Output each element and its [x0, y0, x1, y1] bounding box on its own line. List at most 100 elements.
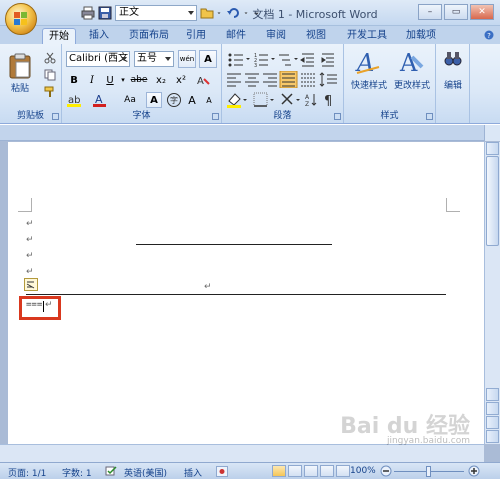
- quick-styles-label: 快速样式: [350, 81, 387, 91]
- underline-button[interactable]: U: [102, 72, 118, 88]
- font-size-combo[interactable]: 五号: [134, 51, 174, 67]
- tab-developer[interactable]: 开发工具: [342, 28, 392, 44]
- next-page-button[interactable]: [486, 430, 499, 443]
- subscript-button[interactable]: x₂: [152, 72, 170, 88]
- tab-review[interactable]: 审阅: [262, 28, 290, 44]
- tab-addins[interactable]: 加载项: [402, 28, 440, 44]
- tab-view[interactable]: 视图: [302, 28, 330, 44]
- paragraph-mark: ↵: [26, 219, 34, 229]
- align-left-icon: [227, 73, 241, 87]
- styles-launcher-icon[interactable]: [426, 113, 433, 120]
- change-case-button[interactable]: Aa: [118, 92, 142, 108]
- clipboard-launcher-icon[interactable]: [52, 113, 59, 120]
- zoom-slider-thumb[interactable]: [426, 466, 431, 477]
- autocorrect-options-icon[interactable]: [24, 278, 38, 291]
- paste-label: 粘贴: [10, 83, 29, 94]
- char-shading-button[interactable]: A: [146, 92, 162, 108]
- tab-mailings[interactable]: 邮件: [222, 28, 250, 44]
- italic-button[interactable]: I: [84, 72, 100, 88]
- superscript-button[interactable]: x²: [172, 72, 190, 88]
- zoom-level[interactable]: 100%: [350, 466, 376, 476]
- editing-label: 编辑: [443, 81, 462, 91]
- bold-button[interactable]: B: [66, 72, 82, 88]
- help-icon[interactable]: ?: [484, 30, 494, 40]
- full-screen-reading-button[interactable]: [288, 465, 302, 477]
- editing-button[interactable]: [439, 48, 467, 104]
- change-styles-button[interactable]: A: [392, 48, 432, 104]
- tab-page-layout[interactable]: 页面布局: [124, 28, 174, 44]
- shrink-font-button[interactable]: A: [201, 92, 217, 108]
- list-buttons-row: 123: [228, 53, 334, 68]
- bullets-icon: [228, 53, 243, 67]
- tab-insert[interactable]: 插入: [84, 28, 114, 44]
- underline-dropdown-icon[interactable]: ▾: [120, 72, 126, 88]
- copy-icon[interactable]: [44, 69, 56, 81]
- language-indicator[interactable]: 英语(美国): [124, 466, 167, 479]
- clear-formatting-icon[interactable]: A: [196, 74, 210, 87]
- scroll-up-button[interactable]: [486, 142, 499, 155]
- svg-text:A: A: [197, 76, 204, 87]
- multilevel-list-icon: [279, 54, 291, 66]
- char-border-button[interactable]: A: [199, 50, 217, 68]
- strikethrough-button[interactable]: abe: [128, 72, 150, 88]
- paragraph-mark: ↵: [26, 251, 34, 261]
- previous-page-button[interactable]: [486, 402, 499, 415]
- shading-buttons-row: AZ ¶: [227, 92, 332, 108]
- proofing-icon[interactable]: [104, 465, 118, 477]
- show-hide-marks-icon: ¶: [324, 94, 332, 108]
- font-launcher-icon[interactable]: [212, 113, 219, 120]
- document-page[interactable]: ↵ ↵ ↵ ↵ ↵ === ↵: [8, 142, 484, 444]
- line-spacing-icon: [319, 72, 337, 87]
- office-button[interactable]: [5, 3, 37, 35]
- font-color-icon[interactable]: A: [92, 92, 108, 108]
- phonetic-guide-button[interactable]: wén: [178, 50, 196, 68]
- numbering-icon: 123: [254, 53, 268, 68]
- enclose-char-icon[interactable]: 字: [166, 92, 182, 108]
- binoculars-icon: [444, 52, 462, 66]
- styles-group: A 快速样式 A 更改样式 样式: [344, 44, 436, 123]
- watermark-url: jingyan.baidu.com: [386, 436, 470, 446]
- scroll-thumb[interactable]: [486, 156, 499, 246]
- page-count[interactable]: 页面: 1/1: [8, 466, 46, 479]
- editing-group: 编辑: [436, 44, 470, 123]
- page-corner-mark: [18, 198, 32, 212]
- quick-styles-button[interactable]: A: [348, 48, 388, 104]
- tab-home[interactable]: 开始: [42, 28, 76, 44]
- web-layout-button[interactable]: [304, 465, 318, 477]
- format-painter-icon[interactable]: [44, 86, 56, 98]
- macro-record-icon[interactable]: [216, 466, 228, 477]
- title-bar: 正文 文档 1 - Microsoft Word – ▭ ✕: [0, 0, 500, 26]
- highlight-color-icon[interactable]: ab: [66, 92, 84, 108]
- asian-layout-icon: [281, 93, 293, 105]
- grow-font-button[interactable]: A: [184, 92, 200, 108]
- scroll-down-button[interactable]: [486, 388, 499, 401]
- equals-signs-text: ===: [26, 300, 43, 310]
- status-bar: 页面: 1/1 字数: 1 英语(美国) 插入 100%: [0, 462, 500, 479]
- vertical-scrollbar[interactable]: [484, 142, 500, 444]
- minimize-button[interactable]: –: [418, 4, 442, 20]
- auto-border-line: [26, 294, 446, 295]
- svg-text:Z: Z: [305, 101, 309, 108]
- insert-mode[interactable]: 插入: [184, 466, 202, 479]
- zoom-in-icon[interactable]: [468, 465, 480, 477]
- font-name-combo[interactable]: Calibri (西文): [66, 51, 130, 67]
- zoom-out-icon[interactable]: [380, 465, 392, 477]
- borders-icon: [253, 92, 268, 107]
- paragraph-launcher-icon[interactable]: [334, 113, 341, 120]
- view-ruler-button[interactable]: [484, 125, 500, 141]
- draft-view-button[interactable]: [336, 465, 350, 477]
- distributed-icon: [301, 73, 315, 87]
- close-button[interactable]: ✕: [470, 4, 494, 20]
- horizontal-scrollbar[interactable]: [0, 444, 484, 462]
- paragraph-mark: ↵: [26, 235, 34, 245]
- paste-button[interactable]: 粘贴: [4, 48, 36, 98]
- print-layout-view-button[interactable]: [272, 465, 286, 477]
- restore-button[interactable]: ▭: [444, 4, 468, 20]
- office-logo-icon: [14, 12, 28, 26]
- svg-text:3: 3: [254, 63, 257, 68]
- word-count[interactable]: 字数: 1: [62, 466, 92, 479]
- tab-references[interactable]: 引用: [182, 28, 210, 44]
- select-browse-object-button[interactable]: [486, 416, 499, 429]
- outline-view-button[interactable]: [320, 465, 334, 477]
- cut-icon[interactable]: [44, 52, 56, 64]
